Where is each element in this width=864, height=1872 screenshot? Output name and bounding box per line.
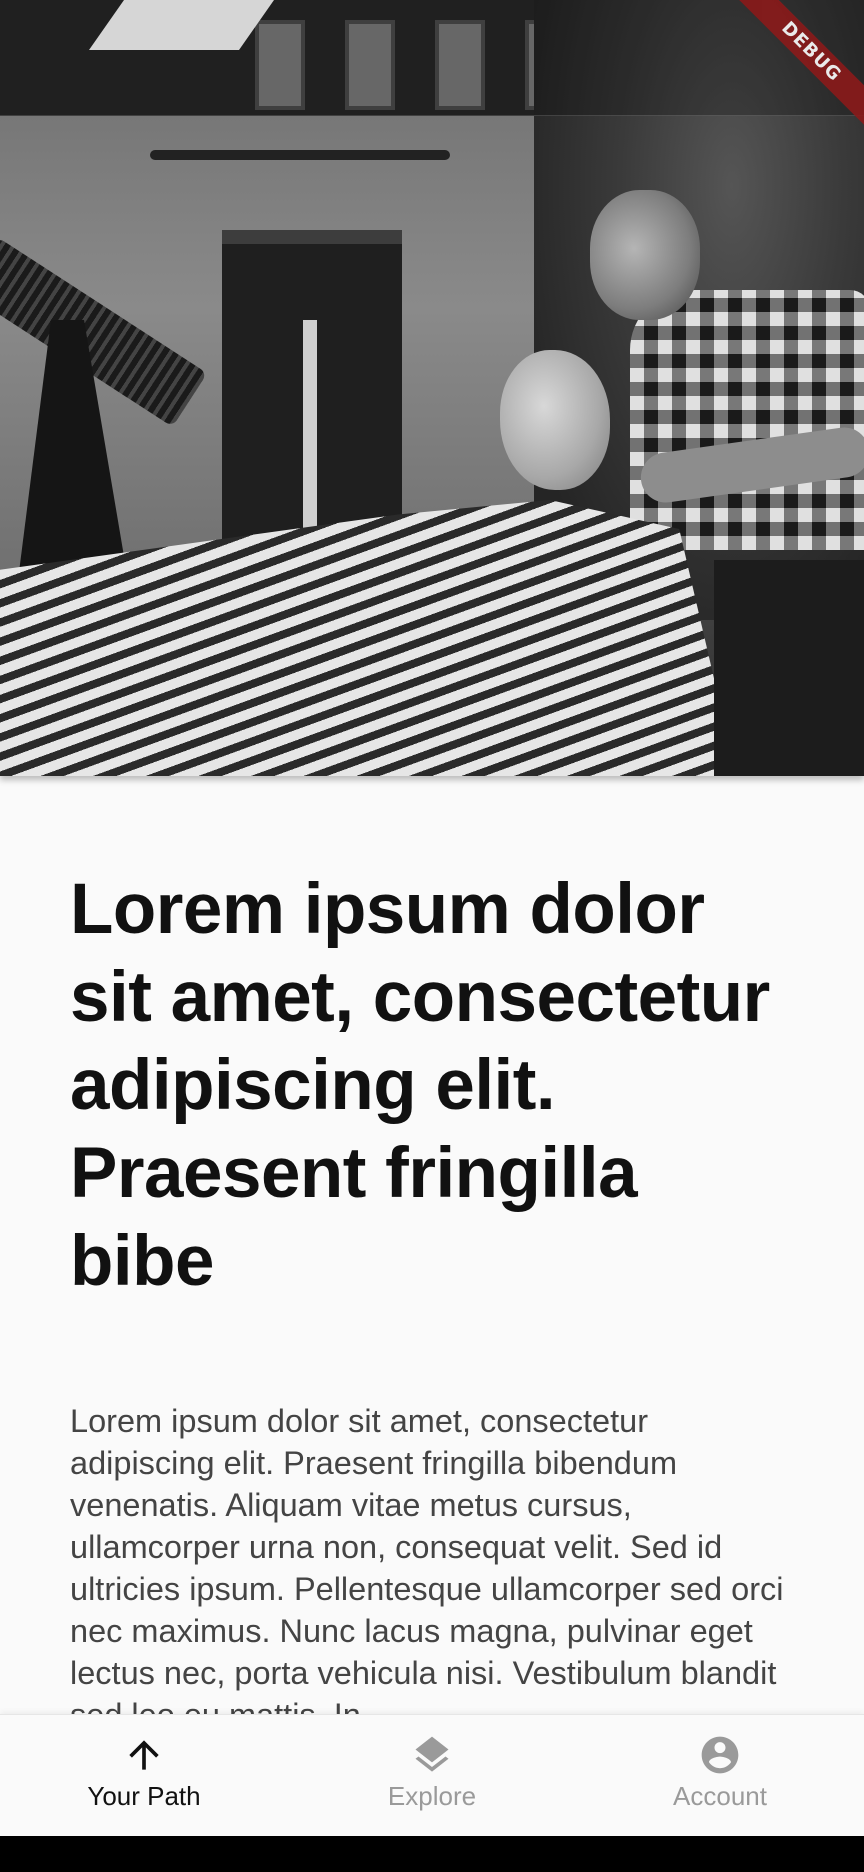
door-light <box>303 320 317 550</box>
rail <box>150 150 450 160</box>
article: Lorem ipsum dolor sit amet, consectetur … <box>70 866 794 1306</box>
nav-label: Account <box>673 1781 767 1811</box>
system-navigation-bar <box>0 1836 864 1872</box>
article-body: Lorem ipsum dolor sit amet, consectetur … <box>70 1403 784 1714</box>
nav-item-explore[interactable]: Explore <box>288 1715 576 1836</box>
screen: DEBUG Lorem ipsum dolor sit amet, consec… <box>0 0 864 1872</box>
layers-icon <box>415 1736 449 1772</box>
nav-label: Explore <box>387 1781 477 1811</box>
barber-head <box>590 190 700 320</box>
nav-item-account[interactable]: Account <box>576 1715 864 1836</box>
barber-shirt <box>630 290 864 550</box>
hero-image <box>0 0 864 776</box>
nav-label: Your Path <box>87 1781 201 1811</box>
article-title: Lorem ipsum dolor sit amet, consectetur … <box>70 870 770 1301</box>
client-head <box>500 350 610 490</box>
arrow-up-icon <box>129 1740 159 1770</box>
shadow-area <box>714 560 864 776</box>
account-circle-icon <box>701 1736 739 1774</box>
bottom-navigation: Your Path Explore Account <box>0 1714 864 1836</box>
nav-item-your-path[interactable]: Your Path <box>0 1715 288 1836</box>
